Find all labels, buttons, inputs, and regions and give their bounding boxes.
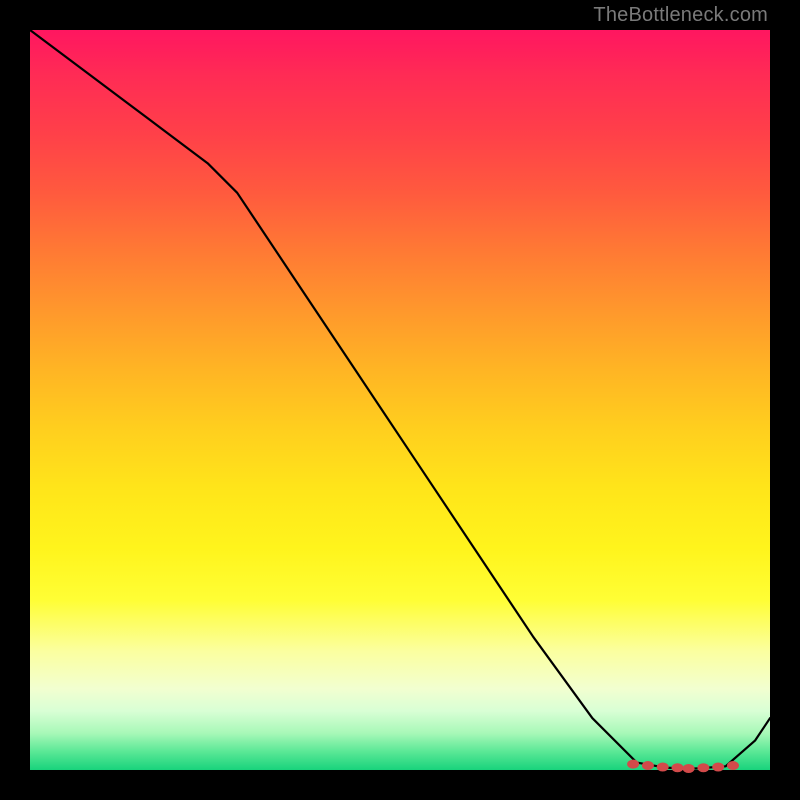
plateau-marker — [657, 763, 668, 771]
plateau-marker — [642, 762, 653, 770]
plateau-marker — [628, 760, 639, 768]
plateau-marker-group — [628, 760, 739, 772]
plateau-marker — [728, 762, 739, 770]
bottleneck-curve — [30, 30, 770, 769]
plot-area — [30, 30, 770, 770]
chart-svg — [30, 30, 770, 770]
chart-frame: TheBottleneck.com — [0, 0, 800, 800]
plateau-marker — [698, 764, 709, 772]
plateau-marker — [713, 763, 724, 771]
plateau-marker — [672, 764, 683, 772]
watermark-text: TheBottleneck.com — [593, 4, 768, 27]
plateau-marker — [683, 765, 694, 773]
